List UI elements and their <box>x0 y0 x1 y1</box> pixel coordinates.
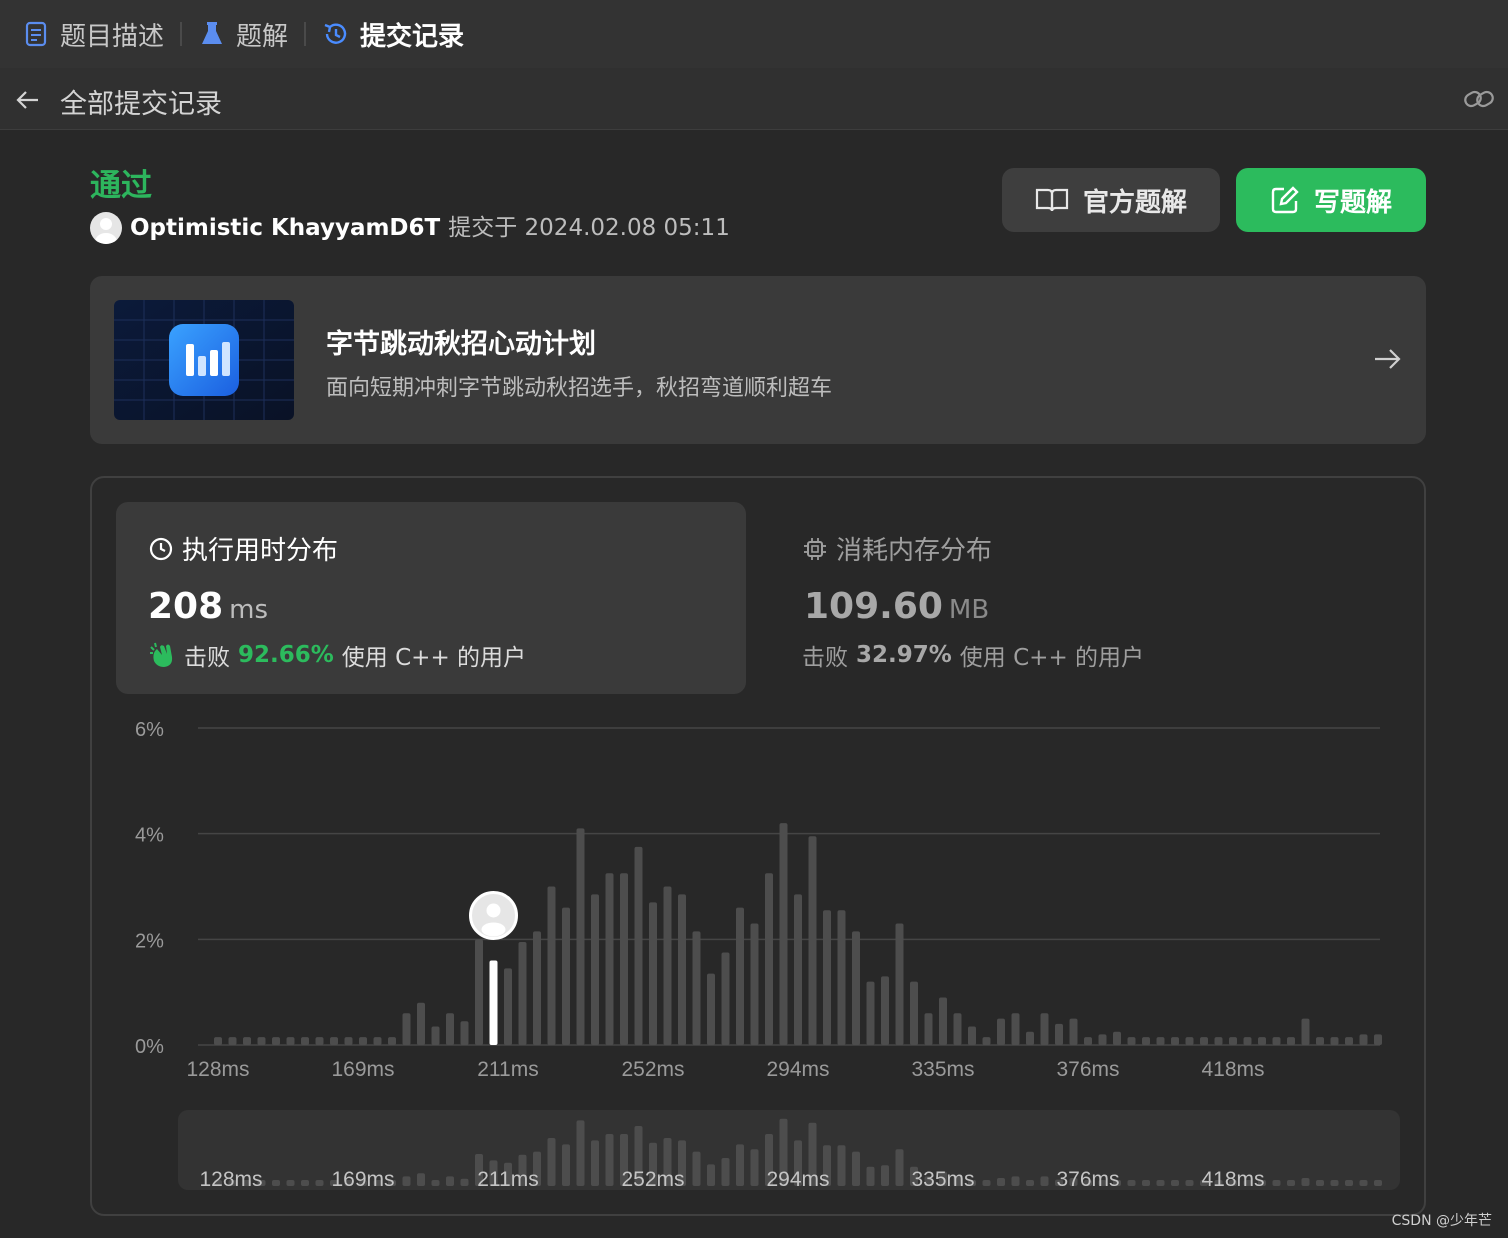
flask-icon <box>202 22 223 44</box>
tab-divider <box>180 22 183 46</box>
document-icon <box>25 21 47 47</box>
page-title: 全部提交记录 <box>60 89 222 120</box>
tab-solutions[interactable]: 题解 <box>198 0 288 68</box>
runtime-card[interactable]: 执行用时分布 208 ms 击败 92.66% 使用 C++ 的用户 <box>116 502 746 694</box>
history-icon <box>324 23 347 44</box>
memory-unit: MB <box>948 595 990 625</box>
tab-bar: 题目描述 题解 提交记录 <box>0 0 1508 68</box>
official-solution-button[interactable]: 官方题解 <box>1002 168 1220 232</box>
write-solution-label: 写题解 <box>1313 187 1392 218</box>
tab-description[interactable]: 题目描述 <box>22 0 164 68</box>
arrow-right-icon[interactable] <box>1372 344 1402 374</box>
runtime-beat-prefix: 击败 <box>184 645 230 671</box>
memory-title: 消耗内存分布 <box>802 530 992 567</box>
clap-icon <box>150 642 173 667</box>
runtime-value: 208 ms <box>148 586 268 627</box>
memory-beat-pct: 32.97% <box>856 642 952 668</box>
runtime-title-label: 执行用时分布 <box>182 536 339 566</box>
write-solution-button[interactable]: 写题解 <box>1236 168 1426 232</box>
runtime-beat-suffix: 使用 C++ 的用户 <box>341 645 527 671</box>
edit-icon <box>1271 186 1299 214</box>
back-arrow-icon[interactable] <box>14 86 42 114</box>
runtime-beat: 击败 92.66% 使用 C++ 的用户 <box>148 638 526 672</box>
runtime-unit: ms <box>229 595 269 625</box>
memory-beat: 击败 32.97% 使用 C++ 的用户 <box>802 638 1144 672</box>
link-icon[interactable] <box>1462 84 1496 114</box>
official-solution-label: 官方题解 <box>1082 187 1187 218</box>
submission-meta: Optimistic KhayyamD6T 提交于 2024.02.08 05:1… <box>130 212 730 244</box>
tab-submissions-label: 提交记录 <box>360 21 465 52</box>
avatar <box>90 212 122 244</box>
submission-header: 全部提交记录 <box>0 68 1508 130</box>
status-accepted: 通过 <box>90 168 152 204</box>
memory-title-label: 消耗内存分布 <box>836 536 993 566</box>
memory-card[interactable]: 消耗内存分布 109.60 MB 击败 32.97% 使用 C++ 的用户 <box>802 502 1362 694</box>
runtime-beat-pct: 92.66% <box>238 642 334 668</box>
memory-beat-prefix: 击败 <box>802 645 848 671</box>
watermark: CSDN @少年芒 <box>1391 1213 1492 1229</box>
username[interactable]: Optimistic KhayyamD6T <box>130 215 440 241</box>
clock-icon <box>149 537 173 560</box>
book-icon <box>1035 188 1069 212</box>
promo-title: 字节跳动秋招心动计划 <box>326 329 596 360</box>
promo-description: 面向短期冲刺字节跳动秋招选手，秋招弯道顺利超车 <box>326 376 833 401</box>
tab-submissions[interactable]: 提交记录 <box>322 0 464 68</box>
promo-image <box>114 300 294 420</box>
tab-divider <box>304 22 307 46</box>
submitted-time: 提交于 2024.02.08 05:11 <box>448 215 730 241</box>
chip-icon <box>804 537 826 560</box>
runtime-number: 208 <box>148 586 224 627</box>
tab-solutions-label: 题解 <box>236 21 289 52</box>
runtime-title: 执行用时分布 <box>148 530 338 567</box>
tab-description-label: 题目描述 <box>60 21 165 52</box>
memory-beat-suffix: 使用 C++ 的用户 <box>959 645 1145 671</box>
promo-banner[interactable]: 字节跳动秋招心动计划 面向短期冲刺字节跳动秋招选手，秋招弯道顺利超车 <box>90 276 1426 444</box>
memory-value: 109.60 MB <box>804 586 989 627</box>
memory-number: 109.60 <box>804 586 943 627</box>
